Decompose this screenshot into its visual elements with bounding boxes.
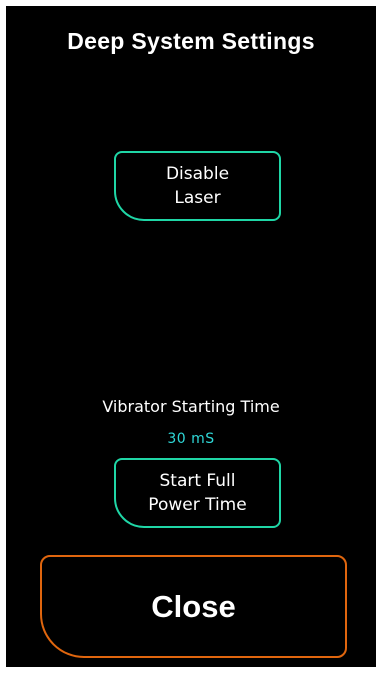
page-title: Deep System Settings xyxy=(67,28,315,54)
close-button[interactable]: Close xyxy=(40,555,347,658)
vibrator-starting-time-label: Vibrator Starting Time xyxy=(102,397,280,416)
vibrator-starting-time-value: 30 mS xyxy=(167,431,215,447)
disable-laser-button[interactable]: Disable Laser xyxy=(114,151,281,221)
close-button-label: Close xyxy=(151,588,236,624)
disable-laser-button-label: Disable Laser xyxy=(165,164,230,208)
start-full-power-time-button[interactable]: Start Full Power Time xyxy=(114,458,281,528)
start-full-power-time-button-label: Start Full Power Time xyxy=(148,471,247,515)
